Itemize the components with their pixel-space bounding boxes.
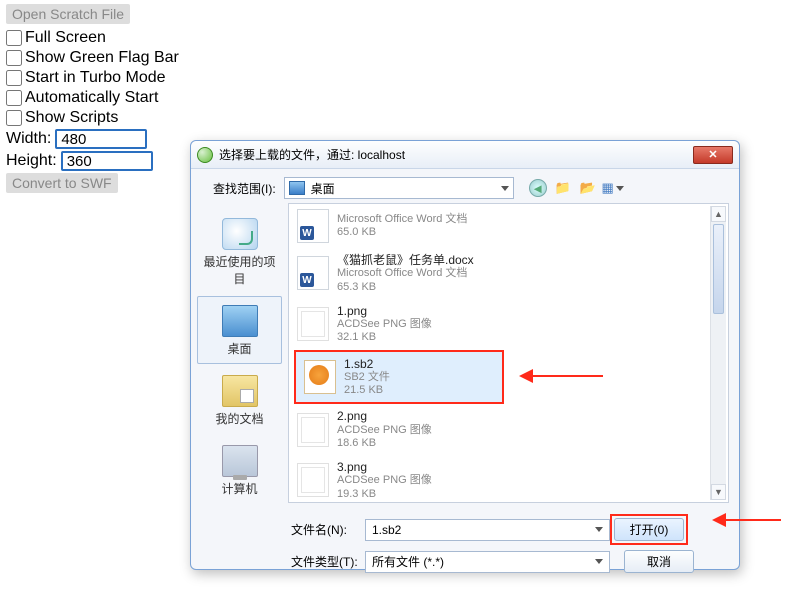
lookin-value: 桌面 bbox=[311, 180, 335, 197]
sidebar-recent-label: 最近使用的项目 bbox=[202, 253, 277, 287]
file-name: 《猫抓老鼠》任务单.docx bbox=[337, 253, 474, 267]
height-label: Height: bbox=[6, 152, 57, 170]
places-sidebar: 最近使用的项目 桌面 我的文档 计算机 bbox=[191, 203, 288, 503]
ie-icon bbox=[197, 147, 213, 163]
file-meta: ACDSee PNG 图像 bbox=[337, 474, 432, 487]
chevron-down-icon bbox=[501, 186, 509, 191]
sidebar-item-pc[interactable]: 计算机 bbox=[197, 436, 282, 504]
convert-swf-button[interactable]: Convert to SWF bbox=[6, 173, 118, 193]
dialog-title: 选择要上载的文件，通过: localhost bbox=[219, 146, 405, 163]
filename-combo[interactable]: 1.sb2 bbox=[365, 519, 610, 541]
file-item[interactable]: Microsoft Office Word 文档 65.0 KB bbox=[289, 204, 728, 248]
sidebar-docs-label: 我的文档 bbox=[202, 410, 277, 427]
scrollbar[interactable]: ▲ ▼ bbox=[710, 206, 726, 500]
annotation-highlight: 打开(0) bbox=[610, 514, 688, 545]
file-size: 65.3 KB bbox=[337, 281, 474, 294]
documents-icon bbox=[222, 375, 258, 407]
sb2-file-icon bbox=[304, 360, 336, 394]
png-file-icon bbox=[297, 463, 329, 497]
sidebar-pc-label: 计算机 bbox=[202, 480, 277, 497]
sidebar-item-recent[interactable]: 最近使用的项目 bbox=[197, 209, 282, 294]
file-item[interactable]: 《猫抓老鼠》任务单.docx Microsoft Office Word 文档 … bbox=[289, 248, 728, 299]
file-list[interactable]: Microsoft Office Word 文档 65.0 KB 《猫抓老鼠》任… bbox=[288, 203, 729, 503]
annotation-arrow-icon bbox=[712, 513, 781, 527]
file-size: 65.0 KB bbox=[337, 226, 467, 239]
filetype-label: 文件类型(T): bbox=[291, 553, 365, 570]
turbo-checkbox[interactable] bbox=[6, 70, 22, 86]
file-size: 32.1 KB bbox=[337, 331, 432, 344]
file-name: 2.png bbox=[337, 409, 432, 423]
file-name: 3.png bbox=[337, 460, 432, 474]
computer-icon bbox=[222, 445, 258, 477]
width-input[interactable] bbox=[55, 129, 147, 149]
word-doc-icon bbox=[297, 256, 329, 290]
file-item[interactable]: 1.png ACDSee PNG 图像 32.1 KB bbox=[289, 299, 728, 350]
png-file-icon bbox=[297, 307, 329, 341]
file-item-selected[interactable]: 1.sb2 SB2 文件 21.5 KB bbox=[294, 350, 504, 405]
lookin-label: 查找范围(I): bbox=[213, 180, 276, 197]
greenflag-label: Show Green Flag Bar bbox=[25, 49, 179, 67]
file-name: 1.png bbox=[337, 304, 432, 318]
up-button[interactable]: 📁 bbox=[554, 179, 572, 197]
file-item[interactable]: 3.png ACDSee PNG 图像 19.3 KB bbox=[289, 455, 728, 503]
chevron-down-icon bbox=[595, 527, 603, 532]
autostart-checkbox[interactable] bbox=[6, 90, 22, 106]
option-greenflag[interactable]: Show Green Flag Bar bbox=[6, 49, 244, 67]
scroll-thumb[interactable] bbox=[713, 224, 724, 314]
file-item[interactable]: 2.png ACDSee PNG 图像 18.6 KB bbox=[289, 404, 728, 455]
option-autostart[interactable]: Automatically Start bbox=[6, 89, 244, 107]
lookin-combo[interactable]: 桌面 bbox=[284, 177, 514, 199]
fullscreen-checkbox[interactable] bbox=[6, 30, 22, 46]
chevron-down-icon bbox=[595, 559, 603, 564]
option-scripts[interactable]: Show Scripts bbox=[6, 109, 244, 127]
close-button[interactable]: ✕ bbox=[693, 146, 733, 164]
filename-label: 文件名(N): bbox=[291, 521, 365, 538]
file-meta: ACDSee PNG 图像 bbox=[337, 318, 432, 331]
scripts-checkbox[interactable] bbox=[6, 110, 22, 126]
filetype-combo[interactable]: 所有文件 (*.*) bbox=[365, 551, 610, 573]
file-meta: Microsoft Office Word 文档 bbox=[337, 267, 474, 280]
scroll-down-button[interactable]: ▼ bbox=[711, 484, 726, 500]
sidebar-item-docs[interactable]: 我的文档 bbox=[197, 366, 282, 434]
desktop-icon bbox=[222, 305, 258, 337]
autostart-label: Automatically Start bbox=[25, 89, 158, 107]
open-scratch-file-button[interactable]: Open Scratch File bbox=[6, 4, 130, 24]
option-fullscreen[interactable]: Full Screen bbox=[6, 29, 244, 47]
file-meta: SB2 文件 bbox=[344, 371, 390, 384]
file-name: 1.sb2 bbox=[344, 357, 390, 371]
filetype-value: 所有文件 (*.*) bbox=[372, 553, 444, 570]
file-meta: Microsoft Office Word 文档 bbox=[337, 213, 467, 226]
file-open-dialog: 选择要上载的文件，通过: localhost ✕ 查找范围(I): 桌面 ◄ 📁… bbox=[190, 140, 740, 570]
scripts-label: Show Scripts bbox=[25, 109, 118, 127]
annotation-arrow-icon bbox=[519, 369, 603, 383]
sidebar-desktop-label: 桌面 bbox=[202, 340, 277, 357]
view-menu-button[interactable]: ▦ bbox=[604, 179, 622, 197]
height-input[interactable] bbox=[61, 151, 153, 171]
back-button[interactable]: ◄ bbox=[529, 179, 547, 197]
option-turbo[interactable]: Start in Turbo Mode bbox=[6, 69, 244, 87]
sidebar-item-desktop[interactable]: 桌面 bbox=[197, 296, 282, 364]
new-folder-button[interactable]: 📂 bbox=[579, 179, 597, 197]
file-size: 19.3 KB bbox=[337, 488, 432, 501]
recent-icon bbox=[222, 218, 258, 250]
width-label: Width: bbox=[6, 130, 51, 148]
word-doc-icon bbox=[297, 209, 329, 243]
file-size: 21.5 KB bbox=[344, 384, 390, 397]
greenflag-checkbox[interactable] bbox=[6, 50, 22, 66]
cancel-button[interactable]: 取消 bbox=[624, 550, 694, 573]
turbo-label: Start in Turbo Mode bbox=[25, 69, 166, 87]
fullscreen-label: Full Screen bbox=[25, 29, 106, 47]
file-size: 18.6 KB bbox=[337, 437, 432, 450]
file-meta: ACDSee PNG 图像 bbox=[337, 424, 432, 437]
png-file-icon bbox=[297, 413, 329, 447]
scroll-up-button[interactable]: ▲ bbox=[711, 206, 726, 222]
desktop-mini-icon bbox=[289, 181, 305, 195]
dialog-titlebar[interactable]: 选择要上载的文件，通过: localhost ✕ bbox=[191, 141, 739, 169]
open-button[interactable]: 打开(0) bbox=[614, 518, 684, 541]
filename-value: 1.sb2 bbox=[372, 523, 401, 537]
